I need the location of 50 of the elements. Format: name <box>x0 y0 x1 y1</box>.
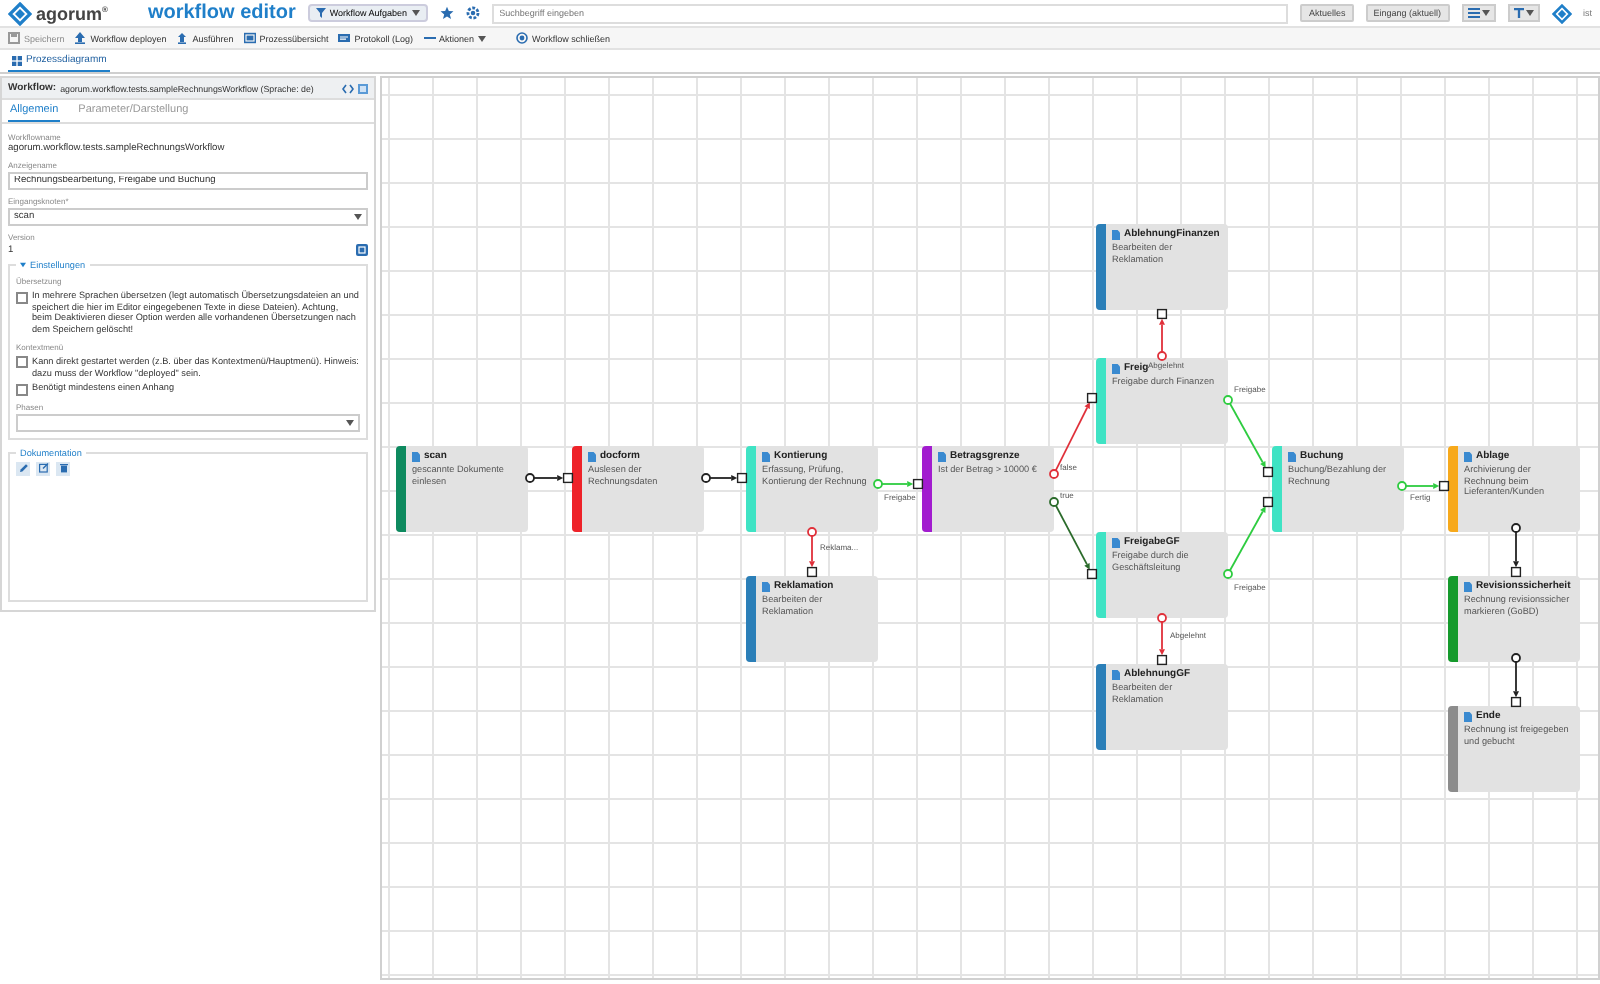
checkbox[interactable] <box>16 291 28 303</box>
select-field[interactable] <box>16 413 360 432</box>
document-icon <box>1288 451 1296 461</box>
caret-icon <box>20 262 26 268</box>
upload-icon <box>74 32 87 44</box>
document-icon <box>1464 711 1472 721</box>
window-icon <box>243 32 256 44</box>
caret-icon <box>1481 10 1489 16</box>
logo-icon[interactable] <box>1551 3 1571 23</box>
circle-icon <box>516 32 529 44</box>
filter-icon <box>315 8 326 18</box>
pencil-button[interactable] <box>16 461 30 476</box>
list-icon <box>1467 8 1479 18</box>
pencil-icon <box>17 462 29 475</box>
app-title: workflow editor <box>147 2 296 24</box>
edit-icon <box>37 462 49 475</box>
list-menu-button[interactable] <box>1461 4 1495 22</box>
trash-icon <box>57 462 69 475</box>
caret-icon <box>1525 10 1533 16</box>
caret-icon <box>354 214 362 220</box>
grid-icon <box>12 55 22 65</box>
settings-icon[interactable] <box>465 6 480 20</box>
document-icon <box>938 451 946 461</box>
document-icon <box>1464 581 1472 591</box>
caret-icon <box>411 10 420 16</box>
dash-icon <box>423 32 435 44</box>
document-icon <box>412 451 420 461</box>
logo-icon <box>8 1 32 25</box>
text-menu-button[interactable] <box>1507 4 1539 22</box>
panel-icon[interactable] <box>358 83 368 93</box>
checkbox[interactable] <box>16 383 28 396</box>
caret-icon <box>478 35 487 41</box>
checkbox[interactable] <box>16 356 28 369</box>
document-icon <box>762 451 770 461</box>
star-icon[interactable] <box>439 6 454 20</box>
document-icon <box>1112 363 1120 373</box>
copy-icon[interactable] <box>356 244 368 256</box>
caret-icon <box>346 419 354 426</box>
edit-button[interactable] <box>36 461 50 476</box>
document-icon <box>1112 537 1120 547</box>
save-icon <box>8 32 20 44</box>
document-icon <box>762 581 770 591</box>
document-icon <box>1112 669 1120 679</box>
document-icon <box>1112 229 1120 239</box>
trash-button[interactable] <box>56 461 70 476</box>
upload-icon <box>176 32 189 44</box>
document-icon <box>588 451 596 461</box>
code-icon[interactable] <box>342 83 354 93</box>
text-size-icon <box>1513 8 1523 18</box>
document-icon <box>1464 451 1472 461</box>
